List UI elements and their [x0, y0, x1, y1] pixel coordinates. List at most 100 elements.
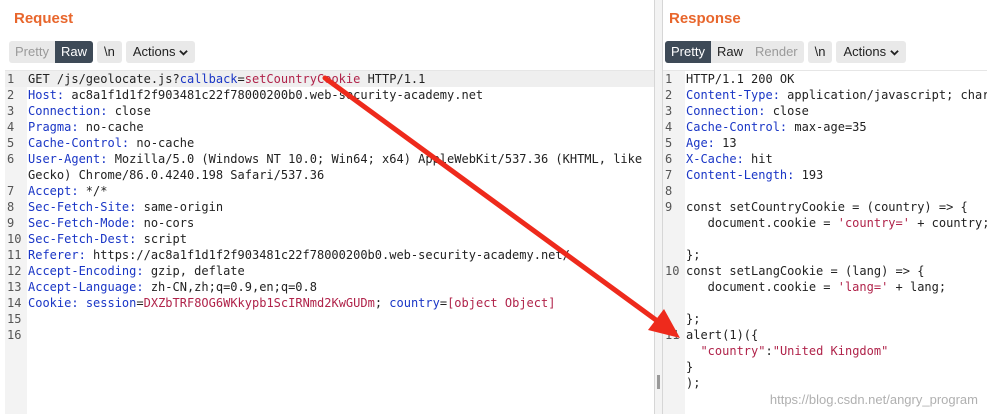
request-view-tabs: Pretty Raw	[9, 41, 93, 63]
response-code-line: 3 Connection: close	[663, 103, 987, 119]
line-number: 12	[7, 264, 22, 278]
request-code-line: 10 Sec-Fetch-Dest: script	[5, 231, 654, 247]
request-code-line: 9 Sec-Fetch-Mode: no-cors	[5, 215, 654, 231]
line-text: };	[686, 248, 701, 262]
response-tab-raw[interactable]: Raw	[711, 41, 749, 63]
chevron-down-icon	[179, 49, 189, 56]
panel-splitter[interactable]	[654, 0, 663, 414]
line-text: document.cookie = 'country=' + country;	[686, 216, 987, 230]
request-actions-button[interactable]: Actions	[125, 41, 196, 63]
line-text: Pragma: no-cache	[28, 120, 144, 134]
line-text: Sec-Fetch-Dest: script	[28, 232, 187, 246]
line-text: "country":"United Kingdom"	[700, 344, 889, 358]
line-text: Content-Length: 193	[686, 168, 824, 182]
request-code-line: 15	[5, 311, 654, 327]
request-tab-pretty[interactable]: Pretty	[9, 41, 55, 63]
line-number: 15	[7, 312, 22, 326]
line-number: 11	[7, 248, 22, 262]
response-panel: Response Pretty Raw Render \n Actions 1H…	[663, 0, 987, 414]
line-number: 7	[665, 168, 673, 182]
line-number: 7	[7, 184, 15, 198]
response-code-line: 4 Cache-Control: max-age=35	[663, 119, 987, 135]
line-number: 14	[7, 296, 22, 310]
line-text: Cache-Control: max-age=35	[686, 120, 867, 134]
line-number: 3	[7, 104, 15, 118]
line-text: };	[686, 312, 701, 326]
response-toolbar: Pretty Raw Render \n Actions	[665, 41, 907, 63]
line-number: 9	[7, 216, 15, 230]
request-code-line: 14 Cookie: session=DXZbTRF8OG6WKkypb1ScIR…	[5, 295, 654, 311]
request-code-line: 16	[5, 327, 654, 343]
response-code-line: document.cookie = 'lang=' + lang;	[663, 279, 987, 295]
line-number: 3	[665, 104, 673, 118]
line-number: 5	[7, 136, 15, 150]
line-text: Referer: https://ac8a1f1d1f2f903481c22f7…	[28, 248, 570, 262]
response-code-line: 6 X-Cache: hit	[663, 151, 987, 167]
request-tab-raw[interactable]: Raw	[54, 41, 93, 63]
request-code-line: 4 Pragma: no-cache	[5, 119, 654, 135]
line-text: Connection: close	[686, 104, 809, 118]
response-code-line: };	[663, 247, 987, 263]
line-number: 8	[665, 184, 673, 198]
response-code-line: 5 Age: 13	[663, 135, 987, 151]
request-code-line: 8 Sec-Fetch-Site: same-origin	[5, 199, 654, 215]
line-number: 1	[665, 72, 673, 86]
line-text: const setLangCookie = (lang) => {	[686, 264, 925, 278]
request-code-line: Gecko) Chrome/86.0.4240.198 Safari/537.3…	[5, 167, 654, 183]
response-newline-toggle[interactable]: \n	[807, 41, 833, 63]
response-tab-render[interactable]: Render	[749, 41, 804, 63]
request-editor[interactable]: 1 GET /js/geolocate.js?callback=setCountr…	[5, 70, 654, 414]
response-code-line: "country":"United Kingdom"	[663, 343, 987, 359]
response-code-line: 11 alert(1)({	[663, 327, 987, 343]
line-text: Host: ac8a1f1d1f2f903481c22f78000200b0.w…	[28, 88, 484, 102]
response-code-line: 8	[663, 183, 987, 199]
line-number: 10	[7, 232, 22, 246]
request-code-line: 11 Referer: https://ac8a1f1d1f2f903481c22…	[5, 247, 654, 263]
line-text: }	[686, 360, 694, 374]
line-text: Cache-Control: no-cache	[28, 136, 195, 150]
line-text: Sec-Fetch-Mode: no-cors	[28, 216, 195, 230]
response-code-line: document.cookie = 'country=' + country;	[663, 215, 987, 231]
request-newline-toggle[interactable]: \n	[96, 41, 122, 63]
request-code-line: 3 Connection: close	[5, 103, 654, 119]
line-text: const setCountryCookie = (country) => {	[686, 200, 968, 214]
line-text: X-Cache: hit	[686, 152, 773, 166]
line-number: 11	[665, 328, 680, 342]
line-number: 2	[7, 88, 15, 102]
watermark: https://blog.csdn.net/angry_program	[769, 392, 978, 407]
response-code-line: );	[663, 375, 987, 391]
response-code-line: 7 Content-Length: 193	[663, 167, 987, 183]
line-text: Accept-Encoding: gzip, deflate	[28, 264, 245, 278]
line-number: 1	[7, 72, 15, 86]
request-toolbar: Pretty Raw \n Actions	[9, 41, 196, 63]
request-code-line: 13 Accept-Language: zh-CN,zh;q=0.9,en;q=0…	[5, 279, 654, 295]
request-code-line: 12 Accept-Encoding: gzip, deflate	[5, 263, 654, 279]
response-code-line: 1 HTTP/1.1 200 OK	[663, 71, 987, 87]
line-number: 6	[7, 152, 15, 166]
response-title: Response	[669, 10, 741, 27]
line-number: 13	[7, 280, 22, 294]
line-text: HTTP/1.1 200 OK	[686, 72, 795, 86]
response-editor[interactable]: 1 HTTP/1.1 200 OK 2 Content-Type: applicati…	[663, 70, 987, 414]
line-number: 4	[665, 120, 673, 134]
line-number: 6	[665, 152, 673, 166]
line-text: Cookie: session=DXZbTRF8OG6WKkypb1ScIRNm…	[28, 296, 556, 310]
response-code-line: }	[663, 359, 987, 375]
response-tab-pretty[interactable]: Pretty	[665, 41, 711, 63]
request-code-line: 7 Accept: */*	[5, 183, 654, 199]
line-number: 9	[665, 200, 673, 214]
request-code-line: 6 User-Agent: Mozilla/5.0 (Windows NT 10.…	[5, 151, 654, 167]
response-code-line	[663, 231, 987, 247]
line-number: 10	[665, 264, 680, 278]
line-text: User-Agent: Mozilla/5.0 (Windows NT 10.0…	[28, 152, 643, 166]
response-actions-label: Actions	[843, 44, 887, 59]
response-code-line: 10 const setLangCookie = (lang) => {	[663, 263, 987, 279]
line-text: Content-Type: application/javascript; ch…	[686, 88, 987, 102]
line-text: Accept: */*	[28, 184, 108, 198]
response-actions-button[interactable]: Actions	[836, 41, 907, 63]
splitter-grip[interactable]	[657, 375, 660, 389]
line-number: 8	[7, 200, 15, 214]
line-text: Sec-Fetch-Site: same-origin	[28, 200, 224, 214]
line-text: Gecko) Chrome/86.0.4240.198 Safari/537.3…	[28, 168, 325, 182]
line-text: document.cookie = 'lang=' + lang;	[686, 280, 947, 294]
